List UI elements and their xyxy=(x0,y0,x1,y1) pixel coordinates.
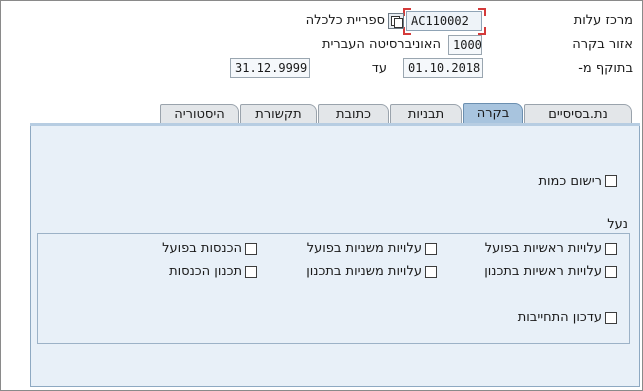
commitment-update-checkbox[interactable] xyxy=(605,312,617,324)
control-area-label: אזור בקרה xyxy=(572,37,633,52)
valid-from-label: בתוקף מ- xyxy=(578,61,633,76)
primary-plan-label: עלויות ראשיות בתכנון xyxy=(484,264,602,279)
secondary-actual-checkbox[interactable] xyxy=(425,243,437,255)
record-quantity-label: רישום כמות xyxy=(538,174,602,189)
revenue-actual-checkbox[interactable] xyxy=(245,243,257,255)
lock-group-header xyxy=(37,216,630,234)
focus-corner-br xyxy=(478,27,486,35)
valid-from-value: 01.10.2018 xyxy=(408,61,481,75)
cost-center-label: מרכז עלות xyxy=(573,13,633,28)
tab-templates[interactable]: תבניות xyxy=(390,104,462,125)
tab-basic-data[interactable]: נת.בסיסיים xyxy=(524,104,632,125)
panel-top-border xyxy=(30,123,640,126)
cost-center-field[interactable]: AC110002 xyxy=(406,11,482,31)
control-area-text: האוניברסיטה העברית xyxy=(321,37,441,52)
secondary-plan-label: עלויות משניות בתכנון xyxy=(306,264,422,279)
valid-to-value: 31.12.9999 xyxy=(235,61,308,75)
valid-to-label: עד xyxy=(371,61,387,76)
secondary-actual-label: עלויות משניות בפועל xyxy=(306,241,422,256)
tab-communication[interactable]: תקשורת xyxy=(240,104,317,125)
primary-plan-checkbox[interactable] xyxy=(605,266,617,278)
record-quantity-checkbox[interactable] xyxy=(605,175,617,187)
secondary-plan-checkbox[interactable] xyxy=(425,266,437,278)
revenue-actual-label: הכנסות בפועל xyxy=(162,241,242,256)
control-area-value: 1000 xyxy=(453,38,482,52)
revenue-plan-label: תכנון הכנסות xyxy=(169,264,242,279)
focus-corner-tr xyxy=(478,8,486,16)
primary-actual-checkbox[interactable] xyxy=(605,243,617,255)
control-area-field[interactable]: 1000 xyxy=(448,35,482,55)
commitment-update-label: עדכון התחייבות xyxy=(517,310,602,325)
focus-corner-tl xyxy=(403,8,411,16)
primary-actual-label: עלויות ראשיות בפועל xyxy=(484,241,602,256)
cost-center-value: AC110002 xyxy=(411,14,469,28)
lock-group-title: נעל xyxy=(607,217,628,232)
valid-from-field[interactable]: 01.10.2018 xyxy=(403,58,483,78)
focus-corner-bl xyxy=(403,27,411,35)
tab-address[interactable]: כתובת xyxy=(318,104,389,125)
tab-control[interactable]: בקרה xyxy=(463,103,523,125)
copy-icon[interactable] xyxy=(388,13,404,29)
tab-history[interactable]: היסטוריה xyxy=(160,104,239,125)
valid-to-field[interactable]: 31.12.9999 xyxy=(230,58,310,78)
library-text: ספריית כלכלה xyxy=(305,13,385,28)
revenue-plan-checkbox[interactable] xyxy=(245,266,257,278)
